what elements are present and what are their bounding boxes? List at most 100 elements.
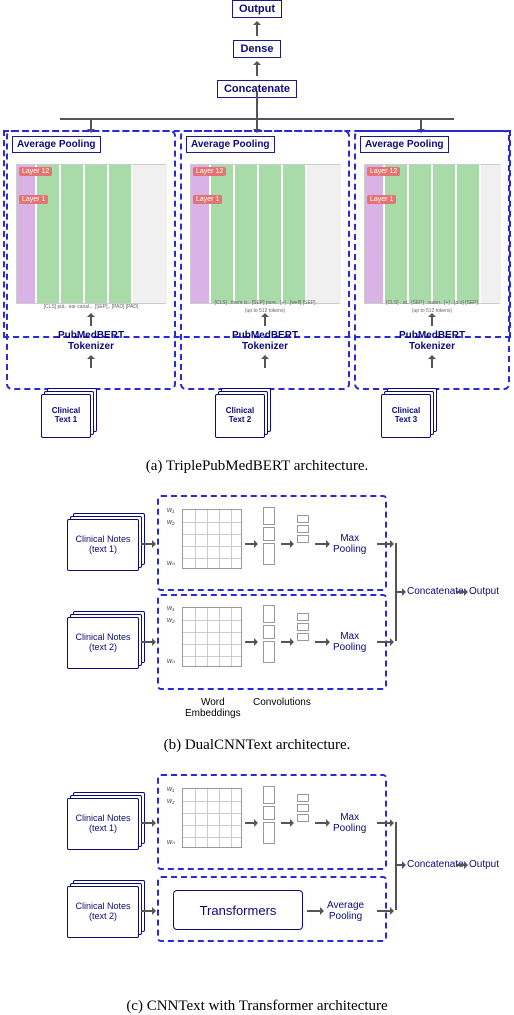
conv-bars: [263, 605, 277, 665]
maxpool-label: Max Pooling: [333, 812, 366, 834]
arrow-icon: [256, 62, 258, 76]
branch-1: Average Pooling Layer 12 Layer 1 [CLS] p…: [6, 130, 176, 390]
branch-2: Average Pooling Layer 12 Layer 1 [CLS] .…: [180, 130, 350, 390]
pooled-bars: [297, 613, 311, 643]
caption-c: (c) CNNText with Transformer architectur…: [0, 998, 514, 1015]
arrow-icon: [141, 910, 155, 912]
w1-label: w₁: [167, 786, 174, 793]
arrow-icon: [377, 910, 393, 912]
concat-label: Concatenate: [407, 859, 464, 870]
clinical-text-2-label: Clinical Text 2: [215, 394, 265, 438]
layer-1-tag: Layer 1: [193, 195, 222, 204]
arrow-icon: [315, 641, 329, 643]
panel-b-dualcnntext: Clinical Notes (text 1) w₁ w₂ wₙ Max Poo…: [37, 489, 477, 729]
bert-layers-diagram: Layer 12 Layer 1: [190, 164, 340, 304]
layer-12-tag: Layer 12: [19, 167, 52, 176]
layer-1-tag: Layer 1: [19, 195, 48, 204]
tokenizer-label: PubMedBERT Tokenizer: [232, 330, 298, 352]
clinical-text-1-label: Clinical Text 1: [41, 394, 91, 438]
arrow-icon: [431, 356, 433, 368]
top-stack: Output Dense Concatenate: [197, 0, 317, 98]
panel-c-cnntext-transformer: Clinical Notes (text 1) w₁ w₂ wₙ Max Poo…: [37, 768, 477, 978]
word-embeddings-label: Word Embeddings: [185, 697, 241, 719]
arrow-icon: [377, 822, 393, 824]
wn-label: wₙ: [167, 559, 175, 567]
clinical-notes-1-box: Clinical Notes (text 1): [67, 798, 139, 850]
arrow-icon: [457, 591, 467, 593]
maxpool-label: Max Pooling: [333, 533, 366, 555]
w2-label: w₂: [167, 519, 175, 526]
clinical-notes-1-label: Clinical Notes (text 1): [67, 798, 139, 850]
arrow-icon: [307, 910, 323, 912]
word-embeddings-grid: [182, 607, 242, 667]
arrow-icon: [395, 591, 405, 593]
concat-label: Concatenate: [407, 586, 464, 597]
arrow-icon: [245, 641, 257, 643]
word-embeddings-grid: [182, 788, 242, 848]
caption-a: (a) TriplePubMedBERT architecture.: [0, 458, 514, 475]
caption-b: (b) DualCNNText architecture.: [0, 737, 514, 754]
output-box: Output: [232, 0, 282, 18]
arrow-icon: [245, 543, 257, 545]
arrow-icon: [264, 356, 266, 368]
branch-3: Average Pooling Layer 12 Layer 1 [CLS] .…: [354, 130, 510, 390]
bert-layers-diagram: Layer 12 Layer 1: [16, 164, 166, 304]
arrow-icon: [264, 314, 266, 326]
arrow-icon: [457, 864, 467, 866]
avgpool-label: Average Pooling: [327, 900, 364, 922]
output-label: Output: [469, 586, 499, 597]
clinical-notes-2-label: Clinical Notes (text 2): [67, 617, 139, 669]
arrow-icon: [281, 822, 293, 824]
w1-label: w₁: [167, 605, 174, 612]
panel-a-triple-pubmedbert: Output Dense Concatenate Average Pooling…: [0, 0, 514, 430]
conv-bars: [263, 786, 277, 846]
bert-layers-diagram: Layer 12 Layer 1: [364, 164, 500, 304]
arrow-icon: [256, 22, 258, 36]
dense-box: Dense: [233, 40, 280, 58]
avg-pooling-label: Average Pooling: [360, 136, 449, 153]
conv-bars: [263, 507, 277, 567]
clinical-notes-1-box: Clinical Notes (text 1): [67, 519, 139, 571]
tokenizer-label: PubMedBERT Tokenizer: [58, 330, 124, 352]
arrow-icon: [90, 356, 92, 368]
vline: [256, 92, 258, 118]
clinical-text-1-box: Clinical Text 1: [41, 394, 91, 438]
arrow-icon: [377, 543, 393, 545]
tokens-note: [CLS] ..at.. [SEP] ..water.. [+] ..[a.o]…: [364, 300, 500, 306]
avg-pooling-label: Average Pooling: [12, 136, 101, 153]
arrow-icon: [315, 543, 329, 545]
clinical-text-2-box: Clinical Text 2: [215, 394, 265, 438]
avg-pooling-label: Average Pooling: [186, 136, 275, 153]
arrow-icon: [395, 864, 405, 866]
wn-label: wₙ: [167, 657, 175, 665]
tokenizer-label: PubMedBERT Tokenizer: [399, 330, 465, 352]
arrow-icon: [431, 314, 433, 326]
clinical-notes-2-label: Clinical Notes (text 2): [67, 886, 139, 938]
wn-label: wₙ: [167, 838, 175, 846]
w1-label: w₁: [167, 507, 174, 514]
pooled-bars: [297, 794, 311, 824]
word-embeddings-grid: [182, 509, 242, 569]
clinical-notes-1-label: Clinical Notes (text 1): [67, 519, 139, 571]
arrow-icon: [141, 543, 155, 545]
pooled-bars: [297, 515, 311, 545]
convolutions-label: Convolutions: [253, 697, 311, 708]
arrow-icon: [141, 641, 155, 643]
arrow-icon: [281, 543, 293, 545]
layer-12-tag: Layer 12: [367, 167, 400, 176]
transformers-box: Transformers: [173, 890, 303, 930]
layer-1-tag: Layer 1: [367, 195, 396, 204]
vline: [395, 822, 397, 910]
clinical-text-3-box: Clinical Text 3: [381, 394, 431, 438]
layer-12-tag: Layer 12: [193, 167, 226, 176]
clinical-notes-2-box: Clinical Notes (text 2): [67, 617, 139, 669]
arrow-icon: [90, 314, 92, 326]
arrow-icon: [315, 822, 329, 824]
arrow-icon: [377, 641, 393, 643]
maxpool-label: Max Pooling: [333, 631, 366, 653]
arrow-icon: [281, 641, 293, 643]
w2-label: w₂: [167, 798, 175, 805]
arrow-icon: [245, 822, 257, 824]
arrow-icon: [141, 822, 155, 824]
clinical-notes-2-box: Clinical Notes (text 2): [67, 886, 139, 938]
